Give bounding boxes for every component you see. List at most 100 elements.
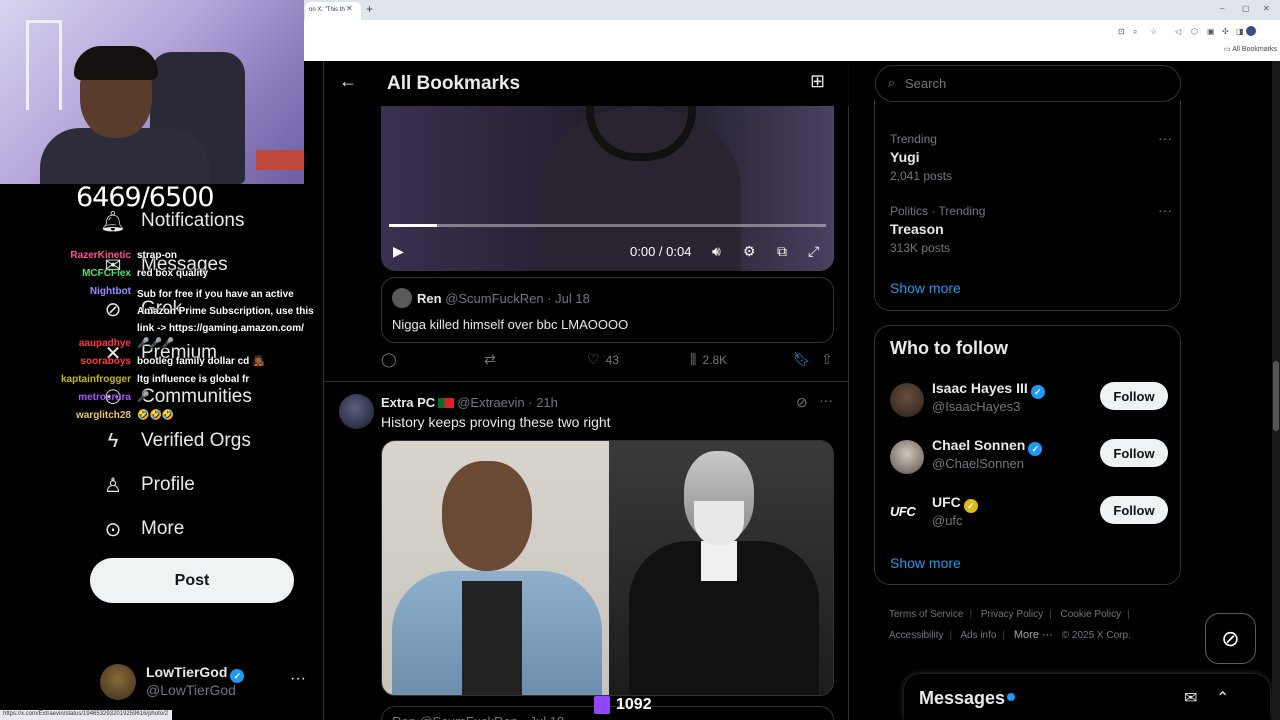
trend-item[interactable]: Trending Yugi 2,041 posts ··· — [890, 130, 1172, 190]
page-header: ← All Bookmarks ⊞ — [324, 61, 849, 106]
profile-avatar[interactable] — [1246, 26, 1256, 36]
more-dots-icon[interactable]: ··· — [1158, 202, 1172, 218]
footer-link-privacy[interactable]: Privacy Policy — [981, 609, 1043, 620]
chat-username: sooraboys — [80, 356, 131, 367]
ufc-logo[interactable]: UFC — [890, 504, 916, 519]
more-dots-icon[interactable]: ··· — [290, 670, 306, 688]
follow-suggestion[interactable]: Chael Sonnen ✓ @ChaelSonnen Follow — [890, 437, 1175, 481]
who-to-follow-panel: Who to follow Isaac Hayes III ✓ @IsaacHay… — [874, 325, 1181, 585]
like-button[interactable]: ♡ 43 — [587, 351, 619, 368]
follow-button[interactable]: Follow — [1100, 496, 1168, 524]
messages-drawer[interactable]: Messages ✉ ⌃ — [904, 674, 1270, 720]
avatar[interactable] — [890, 440, 924, 474]
bookmarks-folder[interactable]: ▭ All Bookmarks — [1224, 45, 1277, 53]
footer-link-cookie[interactable]: Cookie Policy — [1061, 609, 1122, 620]
tweet-photo-left[interactable] — [382, 441, 609, 695]
video-time: 0:00 / 0:04 — [630, 244, 692, 259]
nav-verified-orgs[interactable]: ϟ Verified Orgs — [100, 426, 251, 456]
footer-link-terms[interactable]: Terms of Service — [889, 609, 963, 620]
nav-more[interactable]: ⊙ More — [100, 514, 185, 544]
extension-icon[interactable]: ▣ — [1207, 27, 1215, 36]
more-dots-icon[interactable]: ··· — [1158, 130, 1172, 146]
grok-icon[interactable]: ⊘ — [796, 394, 808, 411]
account-switcher[interactable]: LowTierGod ✓ @LowTierGod ··· — [100, 660, 310, 704]
retweet-icon: ⇄ — [484, 351, 496, 367]
nav-label: More — [141, 518, 185, 539]
new-message-icon[interactable]: ✉ — [1184, 688, 1197, 708]
nav-notifications[interactable]: 🔔︎ Notifications — [100, 206, 244, 236]
trend-item[interactable]: Politics · Trending Treason 313K posts ·… — [890, 202, 1172, 262]
extension-icon[interactable]: ⬡ — [1191, 27, 1198, 36]
photo-collar — [701, 541, 737, 581]
share-button[interactable]: ⇧ — [821, 351, 833, 368]
avatar[interactable] — [339, 394, 374, 429]
volume-icon[interactable]: 🔊︎ — [712, 243, 721, 260]
trend-posts: 313K posts — [890, 241, 951, 255]
settings-gear-icon[interactable]: ⚙ — [743, 243, 756, 260]
tab-close-icon[interactable]: ✕ — [346, 4, 353, 13]
bookmark-button[interactable]: 🔖︎ — [793, 351, 811, 368]
avatar[interactable] — [890, 383, 924, 417]
new-tab-icon[interactable]: + — [366, 2, 373, 16]
bookmark-add-icon[interactable]: ⊞ — [810, 71, 825, 92]
view-count: 2.8K — [702, 352, 728, 367]
more-dots-icon[interactable]: ··· — [819, 392, 833, 408]
person-icon: ♙ — [104, 474, 122, 497]
address-bar[interactable]: ⊡ ⌕ ☆ ◁ ⬡ ▣ ✣ ◨ — [305, 22, 1280, 42]
follow-suggestion[interactable]: UFC UFC ✓ @ufc Follow — [890, 494, 1175, 538]
verified-gold-badge-icon: ✓ — [963, 499, 978, 513]
audio-icon[interactable]: ◁ — [1175, 27, 1181, 36]
chat-message: 🎤🎤🎤 — [137, 338, 175, 349]
tweet-photo-right[interactable] — [609, 441, 833, 695]
bookmark-filled-icon: 🔖︎ — [793, 351, 811, 367]
search-bar[interactable]: ⌕ — [875, 65, 1181, 102]
video-player[interactable]: ▶ 0:00 / 0:04 🔊︎ ⚙ ⧉ ⤢ — [381, 106, 834, 271]
show-more-link[interactable]: Show more — [890, 280, 961, 296]
views-button[interactable]: ⫼ 2.8K — [690, 351, 727, 368]
expand-chevron-icon[interactable]: ⌃ — [1216, 688, 1229, 708]
nav-label: Profile — [141, 474, 195, 495]
fullscreen-icon[interactable]: ⤢ — [808, 243, 819, 260]
reply-button[interactable]: ◯ — [381, 351, 397, 368]
footer-link-ads[interactable]: Ads info — [960, 630, 996, 641]
heart-icon: ♡ — [587, 351, 600, 367]
quoted-tweet[interactable]: Ren @ScumFuckRen · Jul 18 Nigga killed h… — [381, 277, 834, 343]
chat-message: bootleg family dollar cd 🧑🏾‍🎤 — [137, 356, 265, 367]
account-name-text: LowTierGod — [146, 664, 228, 680]
quoted-text: Nigga killed himself over bbc LMAOOOO — [392, 317, 629, 332]
nav-label: Communities — [141, 386, 252, 407]
back-arrow-icon[interactable]: ← — [339, 71, 357, 92]
window-close-icon[interactable]: ✕ — [1263, 4, 1270, 13]
page-scrollbar[interactable] — [1272, 61, 1280, 720]
footer-separator: | — [949, 630, 953, 641]
search-icon: ⌕ — [888, 75, 896, 90]
tweet[interactable]: Extra PC @Extraevin · 21h ⊘ ··· History k… — [324, 382, 849, 720]
retweet-button[interactable]: ⇄ — [484, 351, 496, 368]
follow-suggestion[interactable]: Isaac Hayes III ✓ @IsaacHayes3 Follow — [890, 380, 1175, 424]
maximize-icon[interactable]: ▢ — [1242, 4, 1250, 13]
play-icon[interactable]: ▶ — [393, 243, 404, 260]
minimize-icon[interactable]: – — [1220, 4, 1224, 13]
footer-link-accessibility[interactable]: Accessibility — [889, 630, 943, 641]
footer-link-more[interactable]: More ··· — [1014, 629, 1053, 641]
author-handle-date: @Extraevin · 21h — [457, 395, 558, 410]
post-button[interactable]: Post — [90, 558, 294, 603]
follow-button[interactable]: Follow — [1100, 439, 1168, 467]
follow-button[interactable]: Follow — [1100, 382, 1168, 410]
tweet-media[interactable] — [381, 440, 834, 696]
nav-profile[interactable]: ♙ Profile — [100, 470, 195, 500]
pip-icon[interactable]: ⧉ — [777, 243, 787, 260]
puzzle-icon[interactable]: ✣ — [1222, 27, 1229, 36]
sidepanel-icon[interactable]: ◨ — [1236, 27, 1244, 36]
grok-floating-button[interactable]: ⊘ — [1205, 613, 1256, 664]
avatar — [392, 288, 412, 308]
suggestion-handle: @ufc — [932, 513, 963, 528]
search-input[interactable] — [905, 76, 1145, 91]
install-icon[interactable]: ⊡ — [1118, 27, 1125, 36]
verified-badge-icon: ✓ — [1030, 385, 1045, 399]
show-more-link[interactable]: Show more — [890, 555, 961, 571]
video-progress-bar[interactable] — [389, 224, 826, 227]
zoom-icon[interactable]: ⌕ — [1133, 27, 1137, 37]
scrollbar-thumb[interactable] — [1273, 361, 1279, 431]
star-icon[interactable]: ☆ — [1150, 27, 1157, 36]
